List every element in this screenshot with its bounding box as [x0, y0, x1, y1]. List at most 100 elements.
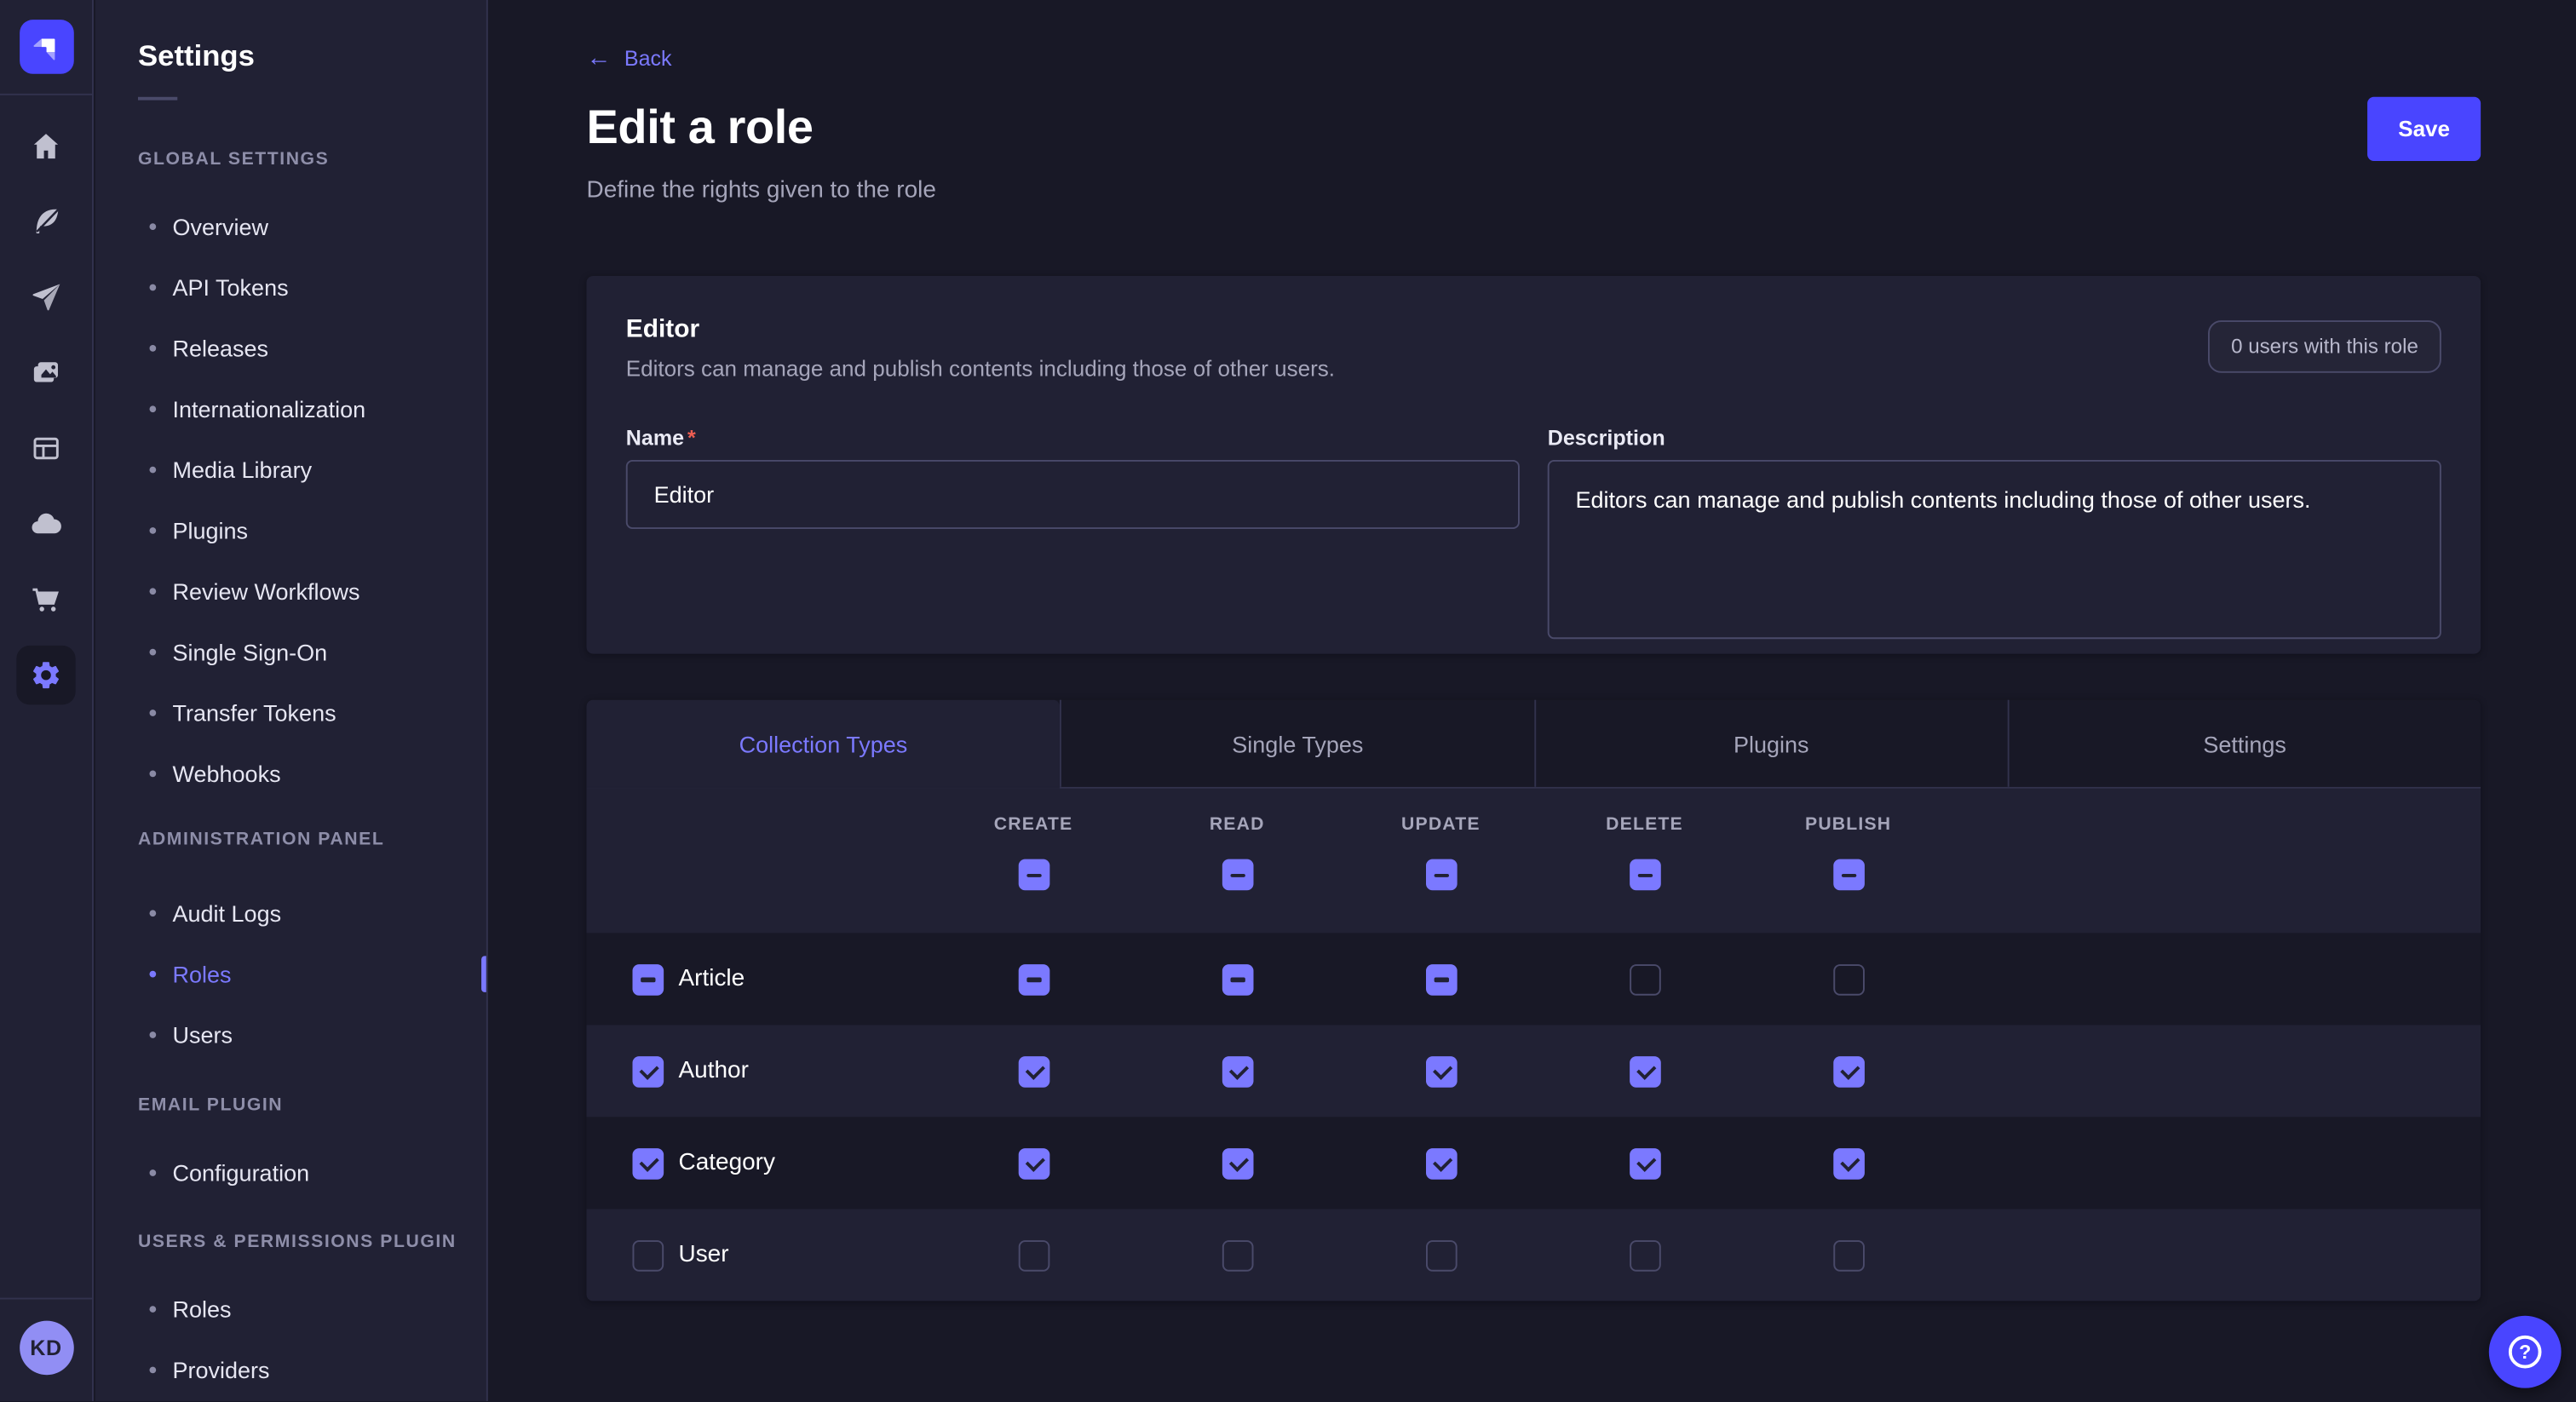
question-mark-icon: ?: [2509, 1336, 2542, 1369]
permissions-card: Collection Types Single Types Plugins Se…: [586, 700, 2481, 1301]
name-input[interactable]: [626, 460, 1520, 529]
rail-settings-button[interactable]: [16, 646, 75, 704]
rail-deploy-button[interactable]: [16, 494, 75, 553]
article-publish-checkbox[interactable]: [1832, 963, 1864, 995]
rail-media-library-button[interactable]: [16, 343, 75, 402]
sidebar-section-email-plugin: EMAIL PLUGIN Configuration: [95, 1095, 486, 1202]
column-header-update: UPDATE: [1339, 815, 1543, 835]
bullet-icon: [149, 526, 156, 533]
article-create-checkbox[interactable]: [1018, 963, 1049, 995]
sidebar-item-audit-logs[interactable]: Audit Logs: [95, 882, 486, 943]
author-delete-checkbox[interactable]: [1629, 1055, 1660, 1087]
tab-collection-types[interactable]: Collection Types: [586, 700, 1060, 787]
rail-releases-button[interactable]: [16, 267, 75, 326]
tab-plugins[interactable]: Plugins: [1533, 700, 2007, 787]
table-row-article: Article: [586, 933, 2481, 1025]
bullet-icon: [149, 587, 156, 594]
back-link[interactable]: ← Back: [586, 46, 671, 71]
sidebar-item-label: Internationalization: [172, 395, 365, 422]
section-label: EMAIL PLUGIN: [138, 1095, 486, 1117]
settings-sidebar: Settings GLOBAL SETTINGS Overview API To…: [95, 0, 488, 1401]
article-read-checkbox[interactable]: [1222, 963, 1253, 995]
help-button[interactable]: ?: [2489, 1316, 2562, 1388]
category-create-checkbox[interactable]: [1018, 1147, 1049, 1179]
sidebar-item-label: Single Sign-On: [172, 638, 327, 664]
user-create-checkbox[interactable]: [1018, 1239, 1049, 1271]
select-all-publish-checkbox[interactable]: [1832, 859, 1864, 891]
sidebar-item-label: Users: [172, 1021, 233, 1048]
sidebar-item-label: Configuration: [172, 1159, 309, 1186]
sidebar-item-label: Roles: [172, 1296, 231, 1322]
sidebar-item-api-tokens[interactable]: API Tokens: [95, 256, 486, 317]
strapi-logo[interactable]: [19, 20, 73, 74]
sidebar-item-configuration[interactable]: Configuration: [95, 1141, 486, 1202]
sidebar-item-roles-up[interactable]: Roles: [95, 1278, 486, 1338]
sidebar-item-review-workflows[interactable]: Review Workflows: [95, 560, 486, 621]
sidebar-item-users[interactable]: Users: [95, 1003, 486, 1064]
category-row-checkbox[interactable]: [632, 1147, 664, 1179]
rail-content-manager-button[interactable]: [16, 192, 75, 251]
rail-menu: [16, 117, 75, 704]
sidebar-title: Settings: [138, 39, 486, 73]
column-header-create: CREATE: [931, 815, 1135, 835]
description-label: Description: [1548, 425, 2441, 450]
user-row-checkbox[interactable]: [632, 1239, 664, 1271]
article-update-checkbox[interactable]: [1425, 963, 1457, 995]
rail-home-button[interactable]: [16, 117, 75, 175]
role-details-card: Editor Editors can manage and publish co…: [586, 276, 2481, 654]
article-row-checkbox[interactable]: [632, 963, 664, 995]
sidebar-item-media-library[interactable]: Media Library: [95, 439, 486, 499]
rail-content-type-builder-button[interactable]: [16, 419, 75, 478]
author-publish-checkbox[interactable]: [1832, 1055, 1864, 1087]
sidebar-item-plugins[interactable]: Plugins: [95, 499, 486, 560]
author-create-checkbox[interactable]: [1018, 1055, 1049, 1087]
divider: [138, 97, 177, 101]
sidebar-item-providers[interactable]: Providers: [95, 1339, 486, 1399]
bullet-icon: [149, 466, 156, 473]
bullet-icon: [149, 970, 156, 977]
layout-icon: [30, 432, 63, 465]
select-all-read-checkbox[interactable]: [1222, 859, 1253, 891]
category-publish-checkbox[interactable]: [1832, 1147, 1864, 1179]
sidebar-section-global-settings: GLOBAL SETTINGS Overview API Tokens Rele…: [95, 149, 486, 803]
rail-marketplace-button[interactable]: [16, 570, 75, 629]
user-update-checkbox[interactable]: [1425, 1239, 1457, 1271]
category-read-checkbox[interactable]: [1222, 1147, 1253, 1179]
description-input[interactable]: Editors can manage and publish contents …: [1548, 460, 2441, 639]
sidebar-item-releases[interactable]: Releases: [95, 317, 486, 377]
article-delete-checkbox[interactable]: [1629, 963, 1660, 995]
select-all-update-checkbox[interactable]: [1425, 859, 1457, 891]
bullet-icon: [149, 1305, 156, 1312]
avatar[interactable]: KD: [19, 1321, 73, 1376]
category-update-checkbox[interactable]: [1425, 1147, 1457, 1179]
author-update-checkbox[interactable]: [1425, 1055, 1457, 1087]
bullet-icon: [149, 222, 156, 229]
app-window: KD Settings GLOBAL SETTINGS Overview API…: [0, 0, 2576, 1401]
author-row-checkbox[interactable]: [632, 1055, 664, 1087]
sidebar-item-single-sign-on[interactable]: Single Sign-On: [95, 621, 486, 681]
main-content: ← Back Edit a role Save Define the right…: [490, 0, 2576, 1401]
sidebar-item-internationalization[interactable]: Internationalization: [95, 378, 486, 439]
sidebar-item-roles-admin[interactable]: Roles: [95, 943, 486, 1003]
users-count-badge: 0 users with this role: [2208, 320, 2441, 373]
sidebar-item-label: Audit Logs: [172, 899, 281, 926]
author-read-checkbox[interactable]: [1222, 1055, 1253, 1087]
section-label: GLOBAL SETTINGS: [138, 149, 486, 170]
user-read-checkbox[interactable]: [1222, 1239, 1253, 1271]
sidebar-item-webhooks[interactable]: Webhooks: [95, 743, 486, 803]
role-description-text: Editors can manage and publish contents …: [626, 356, 2441, 381]
user-delete-checkbox[interactable]: [1629, 1239, 1660, 1271]
tab-settings[interactable]: Settings: [2007, 700, 2481, 787]
back-arrow-icon: ←: [586, 46, 611, 71]
category-delete-checkbox[interactable]: [1629, 1147, 1660, 1179]
table-row-user: User: [586, 1209, 2481, 1301]
select-all-delete-checkbox[interactable]: [1629, 859, 1660, 891]
tab-single-types[interactable]: Single Types: [1060, 700, 1533, 787]
user-publish-checkbox[interactable]: [1832, 1239, 1864, 1271]
save-button[interactable]: Save: [2367, 97, 2481, 161]
sidebar-item-transfer-tokens[interactable]: Transfer Tokens: [95, 681, 486, 742]
select-all-create-checkbox[interactable]: [1018, 859, 1049, 891]
name-label: Name*: [626, 425, 1520, 450]
sidebar-section-users-permissions-plugin: USERS & PERMISSIONS PLUGIN Roles Provide…: [95, 1232, 486, 1399]
sidebar-item-overview[interactable]: Overview: [95, 195, 486, 256]
